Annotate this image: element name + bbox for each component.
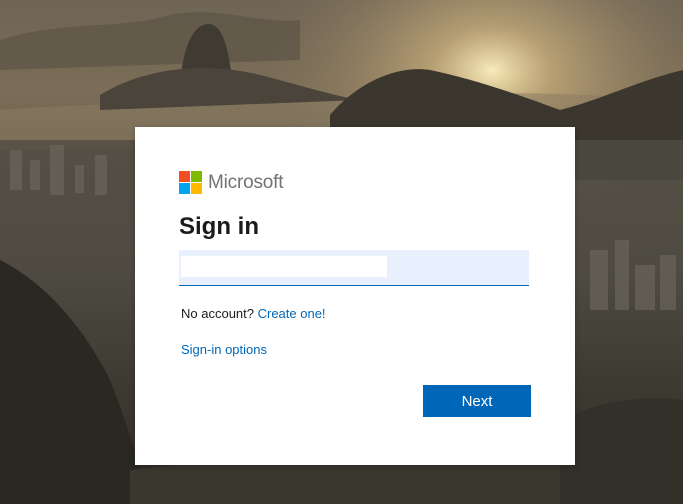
sign-in-options-link[interactable]: Sign-in options: [181, 342, 267, 357]
page-title: Sign in: [179, 213, 259, 240]
no-account-row: No account? Create one!: [181, 306, 326, 321]
brand-name: Microsoft: [208, 171, 284, 193]
logo-square-red: [179, 171, 190, 182]
logo-square-green: [191, 171, 202, 182]
logo-square-yellow: [191, 183, 202, 194]
no-account-label: No account?: [181, 306, 258, 321]
create-account-link[interactable]: Create one!: [258, 306, 326, 321]
logo-square-blue: [179, 183, 190, 194]
autofill-highlight: [181, 256, 387, 277]
sign-in-card: Microsoft Sign in No account? Create one…: [135, 127, 575, 465]
next-button[interactable]: Next: [423, 385, 531, 417]
microsoft-logo: Microsoft: [179, 171, 283, 194]
microsoft-logo-icon: [179, 171, 202, 194]
email-field[interactable]: [179, 250, 529, 286]
